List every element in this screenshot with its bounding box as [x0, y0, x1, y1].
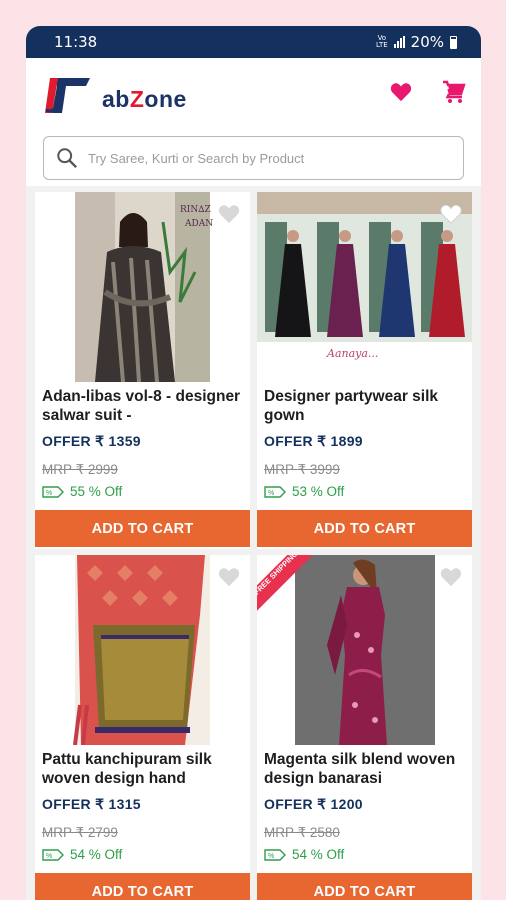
- svg-text:%: %: [268, 853, 274, 860]
- svg-text:%: %: [268, 490, 274, 497]
- offer-price: OFFER ₹ 1315: [42, 796, 141, 812]
- wishlist-heart-icon[interactable]: [440, 567, 462, 592]
- add-to-cart-button[interactable]: ADD TO CART: [257, 873, 472, 900]
- product-title[interactable]: Pattu kanchipuram silk woven design hand: [42, 750, 245, 788]
- product-title[interactable]: Designer partywear silk gown: [264, 387, 467, 425]
- search-input[interactable]: [86, 149, 440, 167]
- svg-text:%: %: [46, 490, 52, 497]
- search-bar[interactable]: [43, 136, 464, 180]
- product-image[interactable]: FREE SHIPPING: [257, 555, 472, 745]
- svg-text:ADAN: ADAN: [184, 219, 213, 229]
- fabzone-logo[interactable]: abZone: [44, 66, 204, 118]
- wishlist-button[interactable]: [387, 78, 415, 106]
- offer-price: OFFER ₹ 1200: [264, 796, 363, 812]
- battery-icon: [450, 35, 457, 49]
- product-title[interactable]: Adan-libas vol-8 - designer salwar suit …: [42, 387, 245, 425]
- discount-label: % 53 % Off: [264, 484, 344, 499]
- product-card[interactable]: Aanaya... Designer partywear silk gown O…: [257, 192, 472, 549]
- add-to-cart-button[interactable]: ADD TO CART: [257, 510, 472, 547]
- offer-price: OFFER ₹ 1359: [42, 433, 141, 449]
- product-card[interactable]: RIN∆Z ADAN Adan-libas vol-8 - designer s…: [35, 192, 250, 549]
- app-header: abZone: [26, 58, 481, 186]
- svg-text:RIN∆Z: RIN∆Z: [180, 205, 211, 215]
- product-image[interactable]: RIN∆Z ADAN: [35, 192, 250, 382]
- discount-tag-icon: %: [42, 848, 64, 861]
- add-to-cart-button[interactable]: ADD TO CART: [35, 510, 250, 547]
- svg-text:%: %: [46, 853, 52, 860]
- wishlist-heart-icon[interactable]: [440, 204, 462, 229]
- cart-button[interactable]: [440, 78, 468, 106]
- heart-icon: [390, 83, 412, 102]
- discount-label: % 54 % Off: [264, 847, 344, 862]
- product-card[interactable]: Pattu kanchipuram silk woven design hand…: [35, 555, 250, 900]
- product-image[interactable]: Aanaya...: [257, 192, 472, 382]
- app-screen: 11:38 Vo LTE 20% abZone Try Saree, Kurti…: [26, 26, 481, 900]
- product-card[interactable]: FREE SHIPPING Magenta silk blend woven d…: [257, 555, 472, 900]
- discount-tag-icon: %: [264, 485, 286, 498]
- logo-wordmark: abZone: [102, 86, 187, 112]
- discount-label: % 55 % Off: [42, 484, 122, 499]
- product-title[interactable]: Magenta silk blend woven design banarasi: [264, 750, 467, 788]
- svg-text:Aanaya...: Aanaya...: [326, 347, 378, 360]
- offer-price: OFFER ₹ 1899: [264, 433, 363, 449]
- signal-icon: [393, 36, 405, 48]
- search-icon: [57, 148, 78, 169]
- wishlist-heart-icon[interactable]: [218, 204, 240, 229]
- mrp-price: MRP ₹ 2799: [42, 825, 118, 840]
- status-bar: 11:38 Vo LTE 20%: [26, 26, 481, 58]
- mrp-price: MRP ₹ 2999: [42, 462, 118, 477]
- discount-tag-icon: %: [42, 485, 64, 498]
- status-time: 11:38: [54, 33, 98, 51]
- status-icons: Vo LTE 20%: [376, 33, 457, 51]
- battery-percent: 20%: [410, 33, 444, 51]
- wishlist-heart-icon[interactable]: [218, 567, 240, 592]
- volte-indicator: Vo LTE: [376, 34, 388, 49]
- mrp-price: MRP ₹ 3999: [264, 462, 340, 477]
- cart-icon: [443, 80, 466, 103]
- add-to-cart-button[interactable]: ADD TO CART: [35, 873, 250, 900]
- mrp-price: MRP ₹ 2580: [264, 825, 340, 840]
- product-image[interactable]: [35, 555, 250, 745]
- discount-tag-icon: %: [264, 848, 286, 861]
- discount-label: % 54 % Off: [42, 847, 122, 862]
